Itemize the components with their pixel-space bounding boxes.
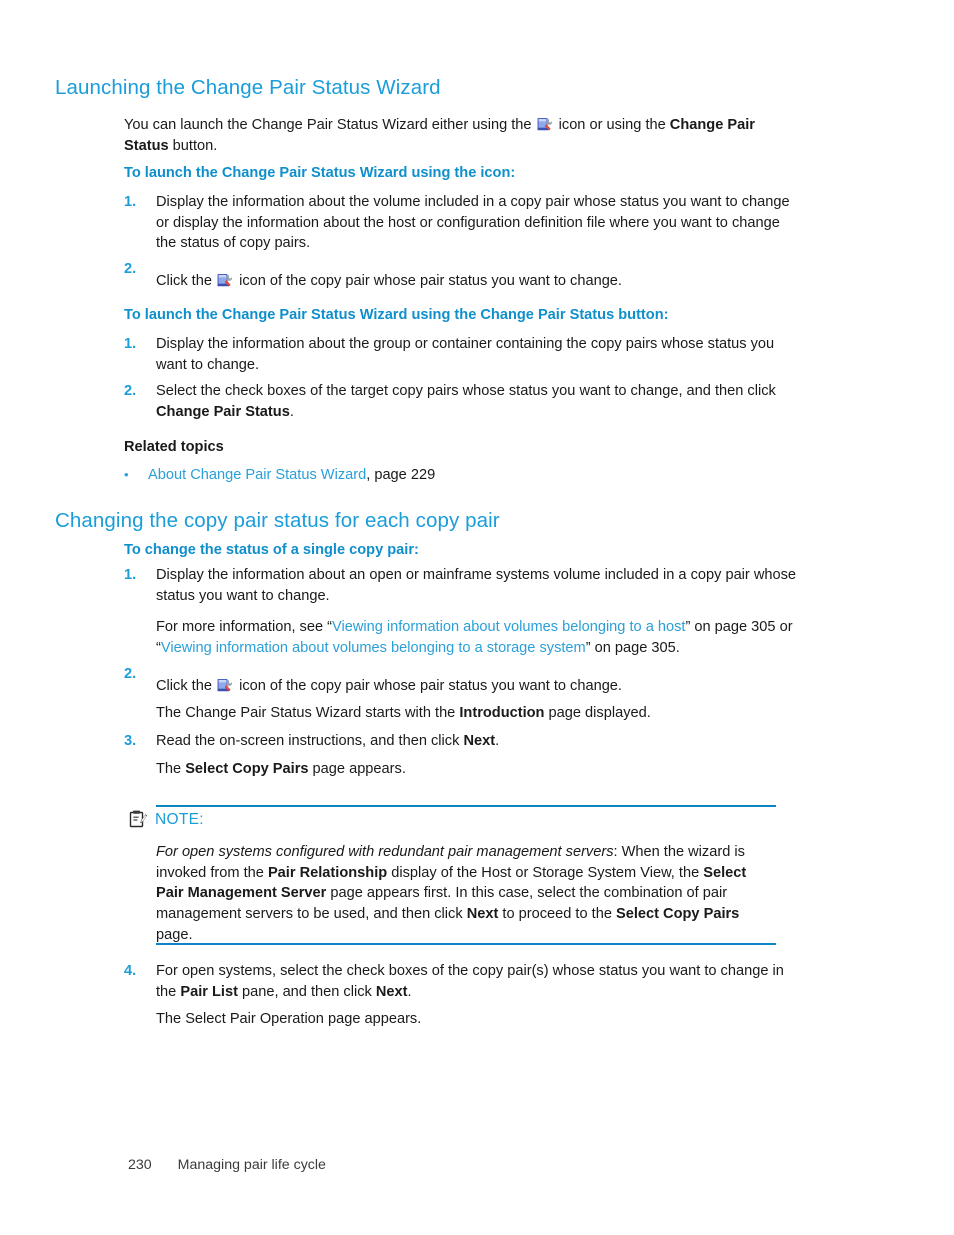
note-bold-next: Next bbox=[466, 906, 499, 923]
step-number: 1. bbox=[124, 336, 137, 352]
note-bold-select-copy-pairs: Select Copy Pairs bbox=[616, 906, 740, 923]
note-top-divider bbox=[156, 805, 776, 807]
intro-paragraph: You can launch the Change Pair Status Wi… bbox=[124, 115, 802, 156]
note-header: NOTE: bbox=[128, 808, 780, 830]
step-number: 4. bbox=[124, 963, 137, 979]
section-heading-changing: Changing the copy pair status for each c… bbox=[55, 509, 500, 532]
followup-pre: For more information, see “ bbox=[156, 619, 332, 635]
step-number: 1. bbox=[124, 194, 137, 210]
step-text-mid: pane, and then click bbox=[237, 983, 376, 1000]
step-text: Read the on-screen instructions, and the… bbox=[156, 731, 804, 752]
step-text-bold-pair-list: Pair List bbox=[180, 983, 238, 1000]
note-body-text: For open systems configured with redunda… bbox=[156, 842, 748, 946]
list-item: 1. Display the information about an open… bbox=[124, 565, 804, 606]
step-text: Click the icon of the copy pair whose pa… bbox=[156, 676, 804, 697]
followup-post: page appears. bbox=[308, 761, 406, 777]
step-text: Click the icon of the copy pair whose pa… bbox=[156, 271, 804, 292]
step-followup-text: For more information, see “Viewing infor… bbox=[156, 617, 804, 658]
related-topic-entry: About Change Pair Status Wizard, page 22… bbox=[148, 465, 435, 486]
step-text-post: icon of the copy pair whose pair status … bbox=[235, 678, 622, 694]
change-pair-status-wizard-icon[interactable] bbox=[217, 272, 234, 289]
step-text-post: . bbox=[289, 403, 294, 420]
bullet-icon: • bbox=[124, 467, 129, 482]
list-item: 2. Select the check boxes of the target … bbox=[124, 381, 804, 422]
list-item: 1. Display the information about the vol… bbox=[124, 192, 804, 254]
document-page: Launching the Change Pair Status Wizard … bbox=[0, 0, 954, 1235]
list-item: 2. Click the icon of the copy pair whose… bbox=[124, 259, 804, 292]
step-number: 2. bbox=[124, 666, 137, 682]
followup-post: page displayed. bbox=[544, 705, 651, 721]
followup-bold-select-copy-pairs: Select Copy Pairs bbox=[185, 761, 309, 777]
step-text: For open systems, select the check boxes… bbox=[156, 961, 804, 1002]
section-heading-launching: Launching the Change Pair Status Wizard bbox=[55, 75, 441, 101]
step-number: 2. bbox=[124, 261, 137, 277]
step-followup-text: The Change Pair Status Wizard starts wit… bbox=[156, 703, 804, 724]
followup-pre: The bbox=[156, 761, 186, 777]
step-text-bold: Change Pair Status bbox=[156, 403, 290, 420]
note-bold-pair-relationship: Pair Relationship bbox=[267, 864, 388, 881]
link-viewing-volumes-storage-system[interactable]: Viewing information about volumes belong… bbox=[161, 640, 586, 656]
followup-pre: The Change Pair Status Wizard starts wit… bbox=[156, 705, 460, 721]
step-text-pre: Click the bbox=[156, 678, 217, 694]
step-text-post: . bbox=[495, 733, 500, 749]
step-number: 3. bbox=[124, 733, 137, 749]
related-topics-heading: Related topics bbox=[124, 439, 224, 455]
intro-text-part2: icon or using the bbox=[554, 117, 670, 133]
note-text-g: to proceed to the bbox=[498, 906, 616, 923]
step-text-pre: Read the on-screen instructions, and the… bbox=[156, 733, 464, 749]
followup-pre: The Select Pair Operation page appears. bbox=[156, 1011, 422, 1027]
note-clipboard-icon bbox=[128, 809, 148, 829]
change-pair-status-wizard-icon[interactable] bbox=[537, 116, 554, 133]
page-number: 230 bbox=[128, 1157, 152, 1173]
list-item: 2. Click the icon of the copy pair whose… bbox=[124, 664, 804, 697]
step-text: Display the information about the volume… bbox=[156, 194, 790, 252]
subheading-launch-using-icon: To launch the Change Pair Status Wizard … bbox=[124, 165, 516, 181]
step-text-post: . bbox=[407, 983, 412, 1000]
list-item: • About Change Pair Status Wizard, page … bbox=[124, 465, 435, 486]
link-about-change-pair-status-wizard[interactable]: About Change Pair Status Wizard bbox=[148, 467, 366, 483]
page-footer: 230 Managing pair life cycle bbox=[128, 1157, 326, 1173]
step-text: Display the information about an open or… bbox=[156, 567, 797, 604]
step-text: Select the check boxes of the target cop… bbox=[156, 381, 804, 422]
note-text-c: display of the Host or Storage System Vi… bbox=[387, 864, 704, 881]
list-item: 4. For open systems, select the check bo… bbox=[124, 961, 804, 1002]
list-item: 3. Read the on-screen instructions, and … bbox=[124, 731, 804, 752]
note-admonition: NOTE: For open systems configured with r… bbox=[128, 805, 780, 946]
step-text-pre: Click the bbox=[156, 273, 217, 289]
note-italic-lead: For open systems configured with redunda… bbox=[156, 844, 614, 860]
note-bottom-divider bbox=[156, 943, 776, 945]
intro-text-part1: You can launch the Change Pair Status Wi… bbox=[124, 117, 536, 133]
related-topic-page: , page 229 bbox=[366, 467, 436, 483]
followup-post: ” on page 305. bbox=[585, 639, 680, 656]
change-pair-status-wizard-icon[interactable] bbox=[217, 677, 234, 694]
step-number: 2. bbox=[124, 383, 137, 399]
step-text: Display the information about the group … bbox=[156, 336, 775, 373]
step-text-pre: Select the check boxes of the target cop… bbox=[156, 383, 776, 399]
note-title: NOTE: bbox=[155, 811, 204, 829]
subheading-launch-using-button: To launch the Change Pair Status Wizard … bbox=[124, 307, 669, 323]
step-followup-text: The Select Copy Pairs page appears. bbox=[156, 759, 804, 780]
step-text-bold-next: Next bbox=[463, 733, 496, 749]
step-text-post: icon of the copy pair whose pair status … bbox=[235, 273, 622, 289]
page-title: Launching the Change Pair Status Wizard bbox=[55, 76, 441, 99]
subheading-change-single-pair: To change the status of a single copy pa… bbox=[124, 542, 419, 558]
link-viewing-volumes-host[interactable]: Viewing information about volumes belong… bbox=[332, 619, 685, 635]
step-text-bold-next: Next bbox=[375, 983, 408, 1000]
step-number: 1. bbox=[124, 567, 137, 583]
step-followup-text: The Select Pair Operation page appears. bbox=[156, 1009, 804, 1030]
intro-text-part3: button. bbox=[168, 137, 218, 154]
list-item: 1. Display the information about the gro… bbox=[124, 334, 804, 375]
followup-bold-introduction: Introduction bbox=[459, 705, 545, 721]
footer-chapter-title: Managing pair life cycle bbox=[177, 1157, 326, 1173]
note-text-i: page. bbox=[156, 926, 193, 943]
